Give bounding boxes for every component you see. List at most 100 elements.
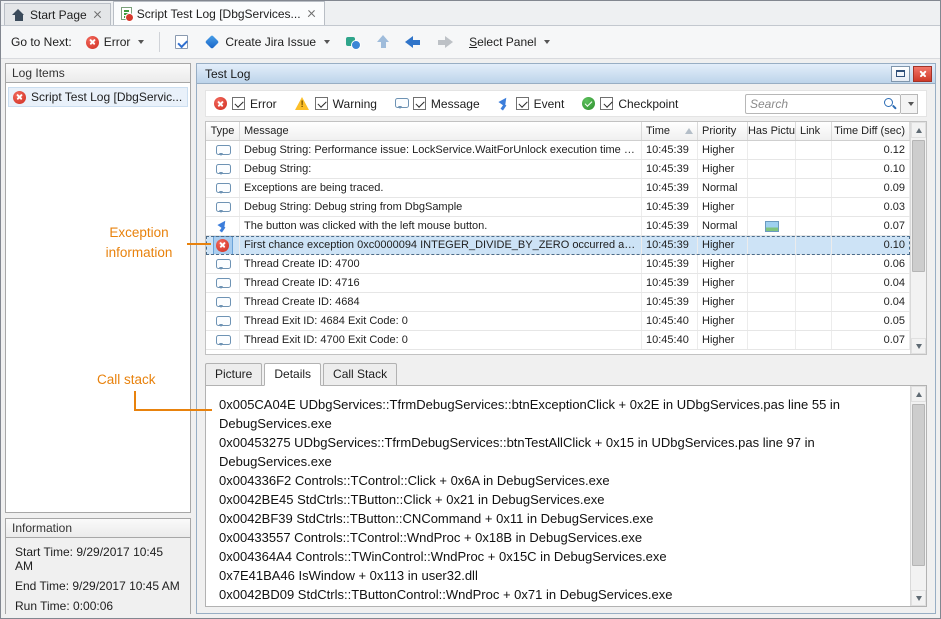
document-tabbar: Start Page Script Test Log [DbgServices.… [1, 1, 940, 26]
log-items-panel: Log Items Script Test Log [DbgServic... [5, 63, 191, 513]
log-row[interactable]: Thread Exit ID: 4700 Exit Code: 010:45:4… [206, 331, 910, 350]
details-tabbar: Picture Details Call Stack [205, 363, 927, 385]
scroll-down-button[interactable] [911, 338, 926, 354]
row-type-cell [206, 141, 240, 159]
search-input[interactable] [750, 97, 883, 111]
scrollbar-thumb[interactable] [912, 140, 925, 272]
tab-picture[interactable]: Picture [205, 363, 262, 386]
row-has-picture-cell [748, 198, 796, 216]
create-jira-issue-button[interactable]: Create Jira Issue [197, 30, 337, 54]
warning-filter-checkbox[interactable] [315, 97, 328, 110]
post-issue-button[interactable] [168, 30, 195, 54]
row-priority-cell: Higher [698, 312, 748, 330]
tab-script-test-log-label: Script Test Log [DbgServices... [137, 7, 301, 21]
message-icon [216, 296, 229, 308]
scroll-down-button[interactable] [911, 590, 926, 606]
row-priority-cell: Higher [698, 274, 748, 292]
row-priority-cell: Higher [698, 160, 748, 178]
test-log-titlebar[interactable]: Test Log [197, 64, 935, 84]
error-icon [214, 97, 227, 110]
log-row[interactable]: Debug String: Debug string from DbgSampl… [206, 198, 910, 217]
close-panel-button[interactable] [913, 66, 932, 82]
row-time-diff-cell: 0.06 [832, 255, 910, 273]
checkpoint-filter-checkbox[interactable] [600, 97, 613, 110]
tab-details[interactable]: Details [264, 363, 321, 386]
row-time-cell: 10:45:39 [642, 217, 698, 235]
column-header-link[interactable]: Link [796, 122, 832, 140]
issue-tracking-button[interactable] [339, 30, 368, 55]
scrollbar-track[interactable] [911, 138, 926, 338]
row-link-cell [796, 312, 832, 330]
row-has-picture-cell [748, 160, 796, 178]
tab-script-test-log[interactable]: Script Test Log [DbgServices... [113, 1, 325, 25]
scrollbar-thumb[interactable] [912, 404, 925, 566]
run-time-text: Run Time: 0:00:06 [15, 599, 181, 613]
up-one-level-button[interactable] [370, 30, 396, 54]
goto-next-error-dropdown[interactable]: Error [79, 30, 152, 54]
log-row[interactable]: Thread Create ID: 471610:45:39Higher0.04 [206, 274, 910, 293]
row-message-cell: Debug String: Debug string from DbgSampl… [240, 198, 642, 216]
row-type-cell [206, 331, 240, 349]
message-filter-checkbox[interactable] [413, 97, 426, 110]
test-log-icon [121, 7, 132, 20]
row-type-cell [206, 160, 240, 178]
column-label: Time [646, 125, 670, 137]
error-filter-label: Error [250, 97, 277, 111]
callstack-line: 0x004364A4 Controls::TWinControl::WndPro… [219, 547, 904, 566]
log-row[interactable]: Thread Exit ID: 4684 Exit Code: 010:45:4… [206, 312, 910, 331]
error-icon [13, 91, 26, 104]
column-header-message[interactable]: Message [240, 122, 642, 140]
log-row[interactable]: First chance exception 0xc0000094 INTEGE… [206, 236, 910, 255]
column-header-type[interactable]: Type [206, 122, 240, 140]
log-row[interactable]: Thread Create ID: 468410:45:39Higher0.04 [206, 293, 910, 312]
scroll-up-button[interactable] [911, 122, 926, 138]
tab-call-stack[interactable]: Call Stack [323, 363, 397, 386]
message-icon [216, 334, 229, 346]
row-message-cell: First chance exception 0xc0000094 INTEGE… [240, 236, 642, 254]
event-filter-checkbox[interactable] [516, 97, 529, 110]
window-position-button[interactable] [891, 66, 910, 82]
scrollbar-track[interactable] [911, 402, 926, 590]
details-panel-body: 0x005CA04E UDbgServices::TfrmDebugServic… [205, 385, 927, 607]
error-filter-checkbox[interactable] [232, 97, 245, 110]
close-tab-icon[interactable] [92, 9, 103, 20]
log-row[interactable]: Thread Create ID: 470010:45:39Higher0.06 [206, 255, 910, 274]
back-button[interactable] [398, 31, 428, 54]
close-tab-icon[interactable] [306, 8, 317, 19]
log-table-main: Type Message Time Priority [206, 122, 910, 354]
tab-start-page[interactable]: Start Page [4, 3, 111, 25]
row-priority-cell: Higher [698, 198, 748, 216]
table-scrollbar[interactable] [910, 122, 926, 354]
log-row[interactable]: The button was clicked with the left mou… [206, 217, 910, 236]
forward-button[interactable] [430, 31, 460, 54]
row-message-cell: The button was clicked with the left mou… [240, 217, 642, 235]
toolbar-separator [159, 32, 160, 52]
row-type-cell [206, 198, 240, 216]
back-arrow-icon [405, 36, 421, 49]
log-row[interactable]: Debug String: Performance issue: LockSer… [206, 141, 910, 160]
select-panel-dropdown[interactable]: Select Panel [462, 30, 557, 54]
column-header-priority[interactable]: Priority [698, 122, 748, 140]
search-options-dropdown[interactable] [901, 94, 918, 114]
log-row[interactable]: Debug String:10:45:39Higher0.10 [206, 160, 910, 179]
column-header-time[interactable]: Time [642, 122, 698, 140]
log-item[interactable]: Script Test Log [DbgServic... [8, 87, 188, 107]
event-filter-label: Event [534, 97, 565, 111]
picture-thumbnail-icon[interactable] [765, 221, 779, 232]
window-icon [896, 70, 905, 77]
scroll-up-button[interactable] [911, 386, 926, 402]
row-type-cell [206, 217, 240, 235]
log-row[interactable]: Exceptions are being traced.10:45:39Norm… [206, 179, 910, 198]
column-header-has-picture[interactable]: Has Pictu [748, 122, 796, 140]
message-filter-label: Message [431, 97, 480, 111]
log-table-body: Debug String: Performance issue: LockSer… [206, 141, 910, 350]
row-has-picture-cell [748, 312, 796, 330]
close-icon [918, 69, 927, 78]
details-scrollbar[interactable] [910, 386, 926, 606]
column-header-time-diff[interactable]: Time Diff (sec) [832, 122, 910, 140]
row-has-picture-cell [748, 274, 796, 292]
callstack-line: 0x7E41BA46 IsWindow + 0x113 in user32.dl… [219, 566, 904, 585]
callstack-line: 0x00453275 UDbgServices::TfrmDebugServic… [219, 433, 904, 471]
forward-arrow-icon [437, 36, 453, 49]
search-box[interactable] [745, 94, 901, 114]
